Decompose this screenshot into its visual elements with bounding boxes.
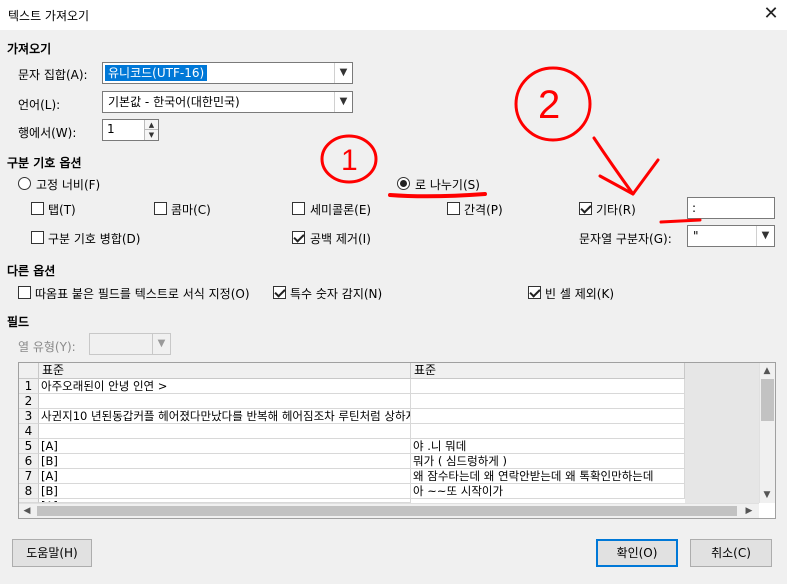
separated-by-label: 로 나누기(S) [415, 178, 480, 192]
column-header[interactable]: 표준 [39, 363, 411, 379]
string-delimiter-value: " [693, 229, 699, 243]
detect-special-label: 특수 숫자 감지(N) [290, 287, 383, 301]
from-row-stepper[interactable]: 1 ▲ ▼ [102, 119, 159, 141]
separated-by-radio[interactable] [397, 177, 410, 190]
other-checkbox[interactable] [579, 202, 592, 215]
chevron-down-icon[interactable]: ▼ [152, 334, 170, 354]
skip-empty-checkbox[interactable] [528, 286, 541, 299]
other-label: 기타(R) [596, 203, 636, 217]
table-cell: 아주오래된이 안녕 인연 > [39, 379, 411, 394]
window-title: 텍스트 가져오기 [8, 9, 90, 23]
row-number: 4 [19, 424, 39, 439]
scroll-left-icon[interactable]: ◀ [19, 503, 35, 518]
annotation-circle-two [514, 66, 592, 142]
scroll-down-icon[interactable]: ▼ [759, 487, 775, 503]
space-checkbox[interactable] [447, 202, 460, 215]
horizontal-scroll-thumb[interactable] [37, 506, 737, 516]
fixed-width-radio[interactable] [18, 177, 31, 190]
row-number: 5 [19, 439, 39, 454]
other-delimiter-input[interactable]: : [687, 197, 775, 219]
chevron-down-icon[interactable]: ▼ [756, 226, 774, 246]
scroll-right-icon[interactable]: ▶ [741, 503, 757, 518]
column-type-label: 열 유형(Y): [18, 340, 76, 354]
quoted-as-text-checkbox[interactable] [18, 286, 31, 299]
language-value: 기본값 - 한국어(대한민국) [108, 95, 240, 109]
row-number: 2 [19, 394, 39, 409]
string-delimiter-label: 문자열 구분자(G): [579, 232, 672, 246]
annotation-underline-separated-by [388, 192, 487, 199]
column-header[interactable]: 표준 [411, 363, 685, 379]
row-number: 6 [19, 454, 39, 469]
table-cell [411, 409, 685, 424]
table-cell: 야 .니 뭐데 [411, 439, 685, 454]
string-delimiter-select[interactable]: " ▼ [687, 225, 775, 247]
grid-empty-area [685, 363, 759, 503]
table-cell: [A] [39, 469, 411, 484]
comma-label: 콤마(C) [171, 203, 211, 217]
table-cell [411, 424, 685, 439]
annotation-dash-other [659, 218, 702, 224]
preview-grid[interactable]: 표준 표준 1 아주오래된이 안녕 인연 > 2 3 사귄지10 년된동갑커플 … [18, 362, 776, 519]
annotation-number-two: 2 [538, 83, 560, 127]
row-number: 1 [19, 379, 39, 394]
from-row-value: 1 [107, 122, 115, 136]
detect-special-checkbox[interactable] [273, 286, 286, 299]
close-icon[interactable]: ✕ [760, 3, 782, 25]
table-cell [411, 394, 685, 409]
language-label: 언어(L): [18, 98, 61, 112]
grid-corner [19, 363, 39, 379]
ok-button[interactable]: 확인(O) [596, 539, 678, 567]
table-cell: 사귄지10 년된동갑커플 헤어졌다만났다를 반복해 헤어짐조차 루틴처럼 상하지… [39, 409, 411, 424]
merge-delimiters-checkbox[interactable] [31, 231, 44, 244]
table-cell: [B] [39, 454, 411, 469]
merge-delimiters-label: 구분 기호 병합(D) [48, 232, 141, 246]
table-cell [39, 424, 411, 439]
semicolon-checkbox[interactable] [292, 202, 305, 215]
charset-select[interactable]: 유니코드(UTF-16) ▼ [102, 62, 353, 84]
chevron-down-icon[interactable]: ▼ [334, 92, 352, 112]
table-cell: 뭐가 ( 심드렁하게 ) [411, 454, 685, 469]
comma-checkbox[interactable] [154, 202, 167, 215]
tab-checkbox[interactable] [31, 202, 44, 215]
import-section-title: 가져오기 [7, 42, 52, 56]
chevron-down-icon[interactable]: ▼ [334, 63, 352, 83]
table-cell [411, 379, 685, 394]
charset-label: 문자 집합(A): [18, 68, 88, 82]
column-type-select[interactable]: ▼ [89, 333, 171, 355]
table-cell: [B] [39, 484, 411, 499]
table-cell [39, 394, 411, 409]
table-cell: 왜 잠수타는데 왜 연락안받는데 왜 톡확인만하는데 [411, 469, 685, 484]
trim-spaces-label: 공백 제거(I) [310, 232, 371, 246]
scroll-up-icon[interactable]: ▲ [759, 363, 775, 379]
annotation-number-one: 1 [341, 144, 358, 177]
cancel-button[interactable]: 취소(C) [690, 539, 772, 567]
table-cell: [A] [39, 439, 411, 454]
fixed-width-label: 고정 너비(F) [36, 178, 101, 192]
help-button[interactable]: 도움말(H) [12, 539, 92, 567]
charset-value: 유니코드(UTF-16) [105, 65, 208, 81]
other-options-section-title: 다른 옵션 [7, 264, 56, 278]
row-number: 7 [19, 469, 39, 484]
space-label: 간격(P) [464, 203, 503, 217]
vertical-scroll-thumb[interactable] [761, 379, 774, 421]
skip-empty-label: 빈 셀 제외(K) [545, 287, 615, 301]
semicolon-label: 세미콜론(E) [310, 203, 372, 217]
row-number: 8 [19, 484, 39, 499]
other-delimiter-value: : [692, 201, 697, 215]
title-bar [0, 0, 787, 30]
annotation-arrow-shaft [592, 136, 635, 196]
row-number: 3 [19, 409, 39, 424]
table-cell: 아 ~~또 시작이가 [411, 484, 685, 499]
spin-down-icon[interactable]: ▼ [144, 130, 158, 140]
annotation-circle-one [320, 134, 378, 184]
quoted-as-text-label: 따옴표 붙은 필드를 텍스트로 서식 지정(O) [35, 287, 250, 301]
trim-spaces-checkbox[interactable] [292, 231, 305, 244]
fields-section-title: 필드 [7, 315, 30, 329]
annotation-arrow-head [598, 158, 660, 196]
separator-section-title: 구분 기호 옵션 [7, 156, 82, 170]
tab-label: 탭(T) [48, 203, 76, 217]
spin-up-icon[interactable]: ▲ [144, 120, 158, 130]
from-row-label: 행에서(W): [18, 126, 77, 140]
language-select[interactable]: 기본값 - 한국어(대한민국) ▼ [102, 91, 353, 113]
